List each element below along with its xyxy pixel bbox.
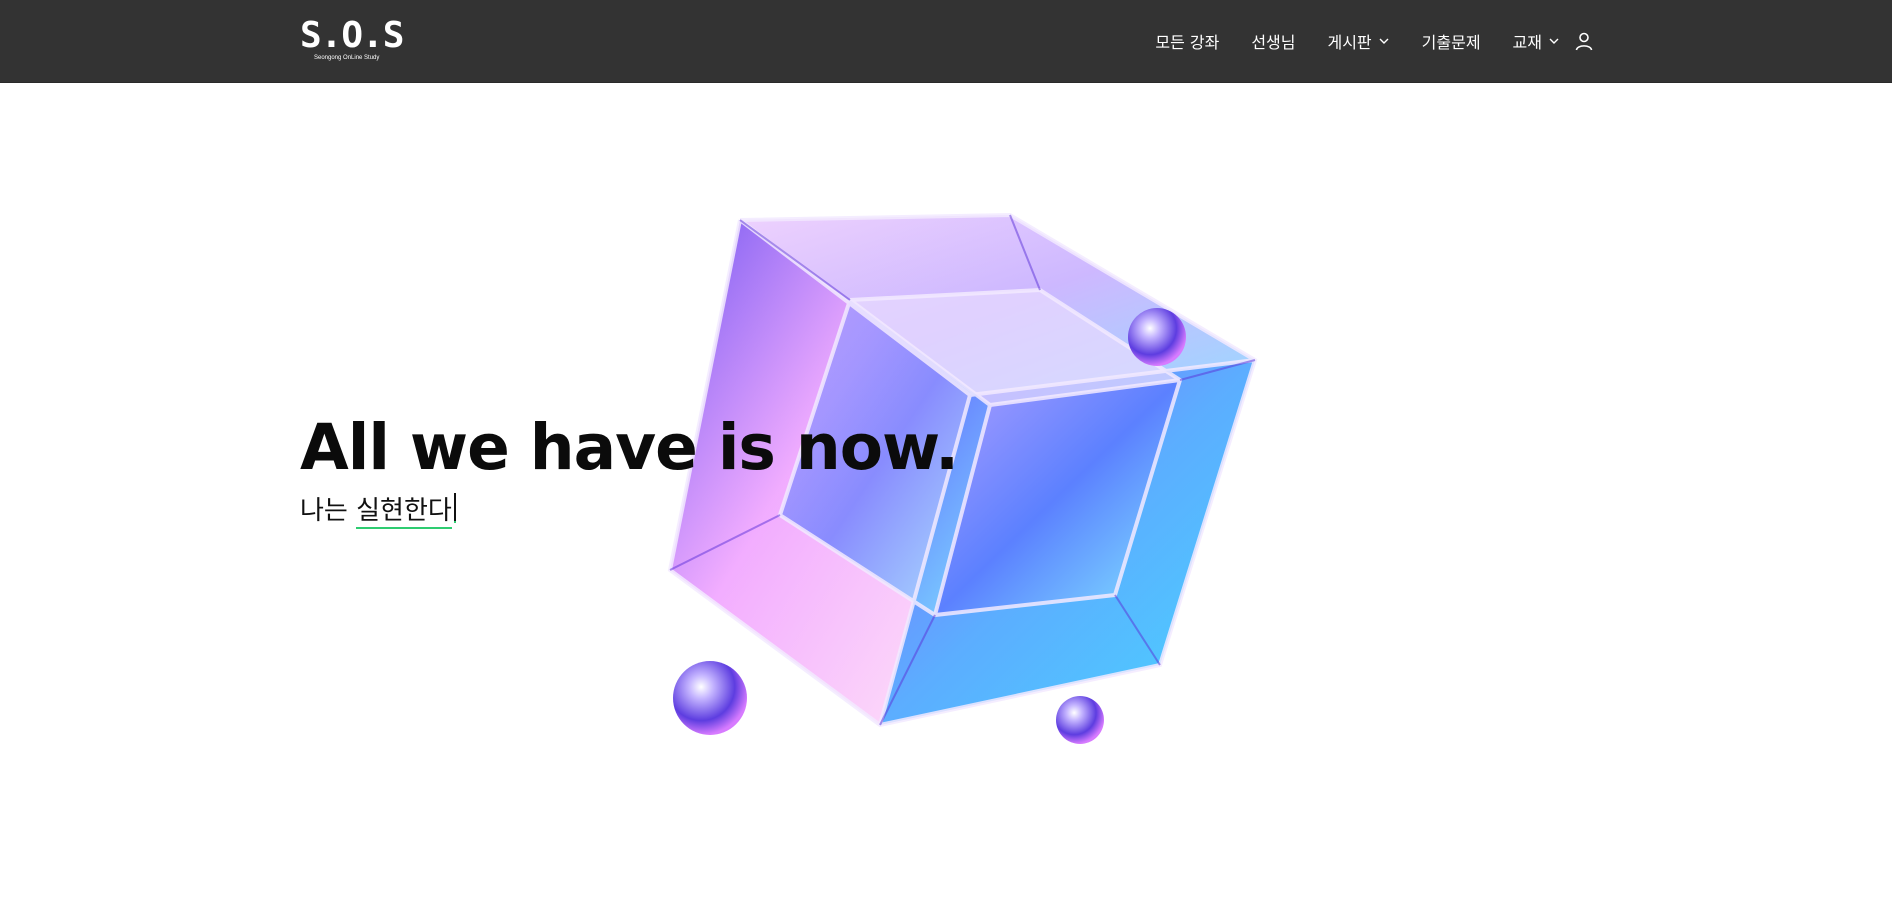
nav-label: 교재 — [1512, 33, 1542, 52]
nav-label: 기출문제 — [1421, 33, 1481, 52]
site-header: S.O.S Seongong OnLine Study 모든 강좌 선생님 게시… — [0, 0, 1892, 83]
site-logo[interactable]: S.O.S Seongong OnLine Study — [300, 18, 404, 66]
hero-subtitle: 나는 실현한다 — [300, 493, 456, 529]
nav-label: 모든 강좌 — [1155, 33, 1220, 52]
hero-typed-text: 실현한다 — [356, 496, 452, 529]
nav-textbooks[interactable]: 교재 — [1513, 29, 1560, 53]
chevron-down-icon — [1379, 38, 1389, 44]
user-account-button[interactable] — [1572, 29, 1596, 53]
hero-subtitle-prefix: 나는 — [300, 496, 357, 526]
nav-label: 게시판 — [1327, 33, 1372, 52]
nav-teachers[interactable]: 선생님 — [1251, 29, 1295, 53]
nav-board[interactable]: 게시판 — [1327, 29, 1389, 53]
main-nav: 모든 강좌 선생님 게시판 기출문제 교재 — [1155, 0, 1596, 82]
user-icon — [1575, 32, 1593, 51]
logo-subtitle: Seongong OnLine Study — [314, 55, 380, 61]
nav-past-exams[interactable]: 기출문제 — [1422, 29, 1481, 53]
nav-all-courses[interactable]: 모든 강좌 — [1155, 29, 1219, 53]
chevron-down-icon — [1549, 38, 1559, 44]
typing-caret — [453, 493, 456, 523]
hero-title: All we have is now. — [300, 411, 959, 484]
nav-label: 선생님 — [1251, 33, 1296, 52]
logo-text: S.O.S — [300, 15, 404, 56]
